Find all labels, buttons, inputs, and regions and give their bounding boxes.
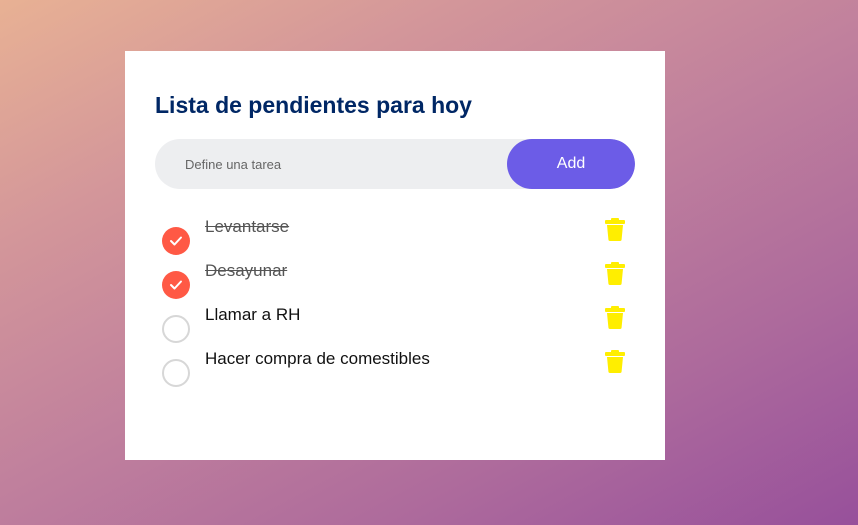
task-checkbox[interactable]: [162, 227, 190, 255]
task-label: Desayunar: [205, 261, 288, 280]
todo-card: Lista de pendientes para hoy Add Levanta…: [125, 51, 665, 460]
trash-icon[interactable]: [604, 217, 626, 241]
list-item[interactable]: Hacer compra de comestibles: [155, 349, 635, 393]
check-icon: [170, 280, 182, 290]
page-title: Lista de pendientes para hoy: [155, 92, 472, 118]
task-input[interactable]: [155, 139, 507, 189]
task-checkbox[interactable]: [162, 315, 190, 343]
trash-icon[interactable]: [604, 261, 626, 285]
task-label: Levantarse: [205, 217, 290, 236]
trash-icon[interactable]: [604, 305, 626, 329]
task-list: Levantarse Desayunar Llamar a RH Hacer c…: [155, 217, 635, 393]
list-item[interactable]: Levantarse: [155, 217, 635, 261]
task-checkbox[interactable]: [162, 271, 190, 299]
list-item[interactable]: Llamar a RH: [155, 305, 635, 349]
add-button[interactable]: Add: [507, 139, 635, 189]
task-label: Hacer compra de comestibles: [205, 349, 430, 368]
task-input-row: Add: [155, 139, 635, 189]
trash-icon[interactable]: [604, 349, 626, 373]
task-checkbox[interactable]: [162, 359, 190, 387]
list-item[interactable]: Desayunar: [155, 261, 635, 305]
check-icon: [170, 236, 182, 246]
task-label: Llamar a RH: [205, 305, 301, 324]
